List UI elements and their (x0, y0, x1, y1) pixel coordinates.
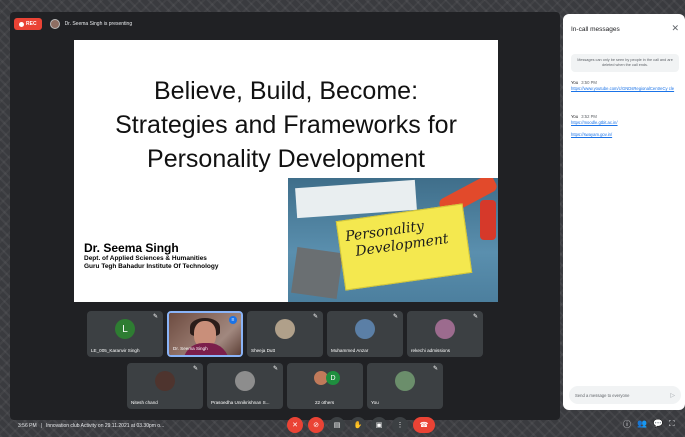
more-options-button[interactable]: ⋮ (392, 417, 408, 433)
speaker-dept: Dept. of Applied Sciences & Humanities (84, 255, 207, 262)
avatar (435, 319, 455, 340)
participant-name: LE_005_Karanvir Singh (91, 348, 140, 353)
avatar: L (115, 319, 135, 340)
avatar (155, 371, 175, 392)
in-call-messages-panel: In-call messages ✕ Messages can only be … (563, 14, 685, 410)
participant-name: Dr. Seema Singh (173, 346, 208, 351)
avatar (275, 319, 295, 340)
participant-name: Sheeja Dutt (251, 348, 276, 353)
recording-badge: REC (14, 18, 42, 30)
captions-icon: ▤ (333, 422, 341, 429)
others-count: 22 others (315, 400, 335, 405)
panel-title: In-call messages (571, 26, 620, 33)
message-time: 3:50 PM (581, 80, 597, 85)
presenting-text: Dr. Seema Singh is presenting (64, 21, 133, 27)
activities-icon[interactable]: ⛶ (669, 419, 675, 430)
clock: 3:56 PM (18, 423, 37, 429)
slide-photo: Personality Development (288, 178, 498, 302)
speaker-institute: Guru Tegh Bahadur Institute Of Technolog… (84, 263, 219, 270)
participant-tile[interactable]: ✎ Sheeja Dutt (247, 311, 323, 357)
others-tile[interactable]: D 22 others (287, 363, 363, 409)
participant-tile[interactable]: ✎ Nitesh chand (127, 363, 203, 409)
message-link[interactable]: https://moodle.gtbit.ac.in/ (571, 120, 681, 126)
raise-hand-icon: ✋ (353, 422, 363, 429)
avatar: D (326, 371, 340, 385)
photo-card (291, 247, 343, 299)
message-time: 3:52 PM (581, 114, 597, 119)
participant-name: Nitesh chand (131, 400, 158, 405)
mic-muted-icon: ✎ (473, 314, 479, 320)
slide-title-line: Personality Development (147, 145, 425, 173)
speaker-name: Dr. Seema Singh (84, 241, 179, 255)
end-call-button[interactable]: ☎ (413, 417, 435, 433)
present-button[interactable]: ▣ (371, 417, 387, 433)
message-sender: You (571, 80, 579, 85)
participant-tile[interactable]: ✎ rekechi admissions (407, 311, 483, 357)
chat-icon[interactable]: 💬 (653, 419, 663, 430)
panel-info-note: Messages can only be seen by people in t… (571, 54, 679, 72)
slide-title-line: Believe, Build, Become: (153, 77, 419, 105)
meeting-title: Innovation club Activity on 29.11.2021 a… (45, 423, 165, 429)
participant-tile[interactable]: L ✎ LE_005_Karanvir Singh (87, 311, 163, 357)
avatar (235, 371, 255, 392)
top-bar: REC Dr. Seema Singh is presenting (14, 16, 132, 32)
others-avatars: D (314, 371, 340, 385)
mic-off-icon: ✕ (292, 422, 298, 429)
message-input[interactable]: Send a message to everyone ▷ (569, 386, 681, 404)
presenter-indicator: Dr. Seema Singh is presenting (49, 19, 133, 29)
participant-tile-active-speaker[interactable]: ≡ Dr. Seema Singh (167, 311, 243, 357)
participant-name: Muhammed Anzar (331, 348, 369, 353)
bottom-bar: 3:56 PM | Innovation club Activity on 29… (18, 418, 164, 434)
raise-hand-button[interactable]: ✋ (350, 417, 366, 433)
photo-marker-cap (480, 200, 496, 240)
participant-name: Prasoedha Unnikrishnan S... (211, 400, 270, 405)
message-link[interactable]: https://swayam.gov.in/ (571, 132, 681, 138)
people-icon[interactable]: 👥 (637, 419, 647, 430)
mic-muted-icon: ✎ (393, 314, 399, 320)
captions-button[interactable]: ▤ (329, 417, 345, 433)
mic-toggle-button[interactable]: ✕ (287, 417, 303, 433)
more-options-icon: ⋮ (396, 422, 404, 429)
recording-label: REC (26, 21, 37, 27)
side-controls: ⓘ 👥 💬 ⛶ (623, 419, 675, 430)
info-icon[interactable]: ⓘ (623, 419, 631, 430)
participant-tile-self[interactable]: ✎ You (367, 363, 443, 409)
chat-message: You 3:50 PM https://www.youtube.com/c/GN… (571, 80, 681, 92)
participant-tile[interactable]: ✎ Prasoedha Unnikrishnan S... (207, 363, 283, 409)
participant-name: You (371, 400, 379, 405)
call-controls: ✕ ⊘ ▤ ✋ ▣ ⋮ ☎ (287, 417, 435, 433)
mic-muted-icon: ✎ (273, 366, 279, 372)
message-link[interactable]: https://www.youtube.com/c/GNDsRegionalCe… (571, 86, 681, 92)
mic-muted-icon: ✎ (193, 366, 199, 372)
record-icon (19, 21, 24, 27)
speaker-info: Dr. Seema Singh Dept. of Applied Science… (84, 242, 284, 271)
close-icon[interactable]: ✕ (671, 23, 679, 34)
avatar (395, 371, 415, 392)
avatar (355, 319, 375, 340)
end-call-icon: ☎ (419, 422, 429, 429)
send-icon[interactable]: ▷ (670, 392, 675, 399)
mic-muted-icon: ✎ (433, 366, 439, 372)
separator: | (40, 423, 42, 429)
mic-muted-icon: ✎ (313, 314, 319, 320)
present-icon: ▣ (375, 422, 383, 429)
participant-tile[interactable]: ✎ Muhammed Anzar (327, 311, 403, 357)
camera-off-icon: ⊘ (313, 422, 319, 429)
presentation-slide: Believe, Build, Become: Strategies and F… (74, 40, 498, 302)
participant-name: rekechi admissions (411, 348, 451, 353)
camera-toggle-button[interactable]: ⊘ (308, 417, 324, 433)
mic-muted-icon: ✎ (153, 314, 159, 320)
slide-title-line: Strategies and Frameworks for (115, 111, 457, 139)
presenter-avatar (49, 19, 60, 29)
speaking-indicator-icon: ≡ (229, 316, 237, 324)
message-sender: You (571, 114, 579, 119)
message-input-placeholder: Send a message to everyone (575, 392, 630, 398)
chat-message: You 3:52 PM https://moodle.gtbit.ac.in/ … (571, 114, 681, 138)
slide-title: Believe, Build, Become: Strategies and F… (74, 74, 498, 176)
